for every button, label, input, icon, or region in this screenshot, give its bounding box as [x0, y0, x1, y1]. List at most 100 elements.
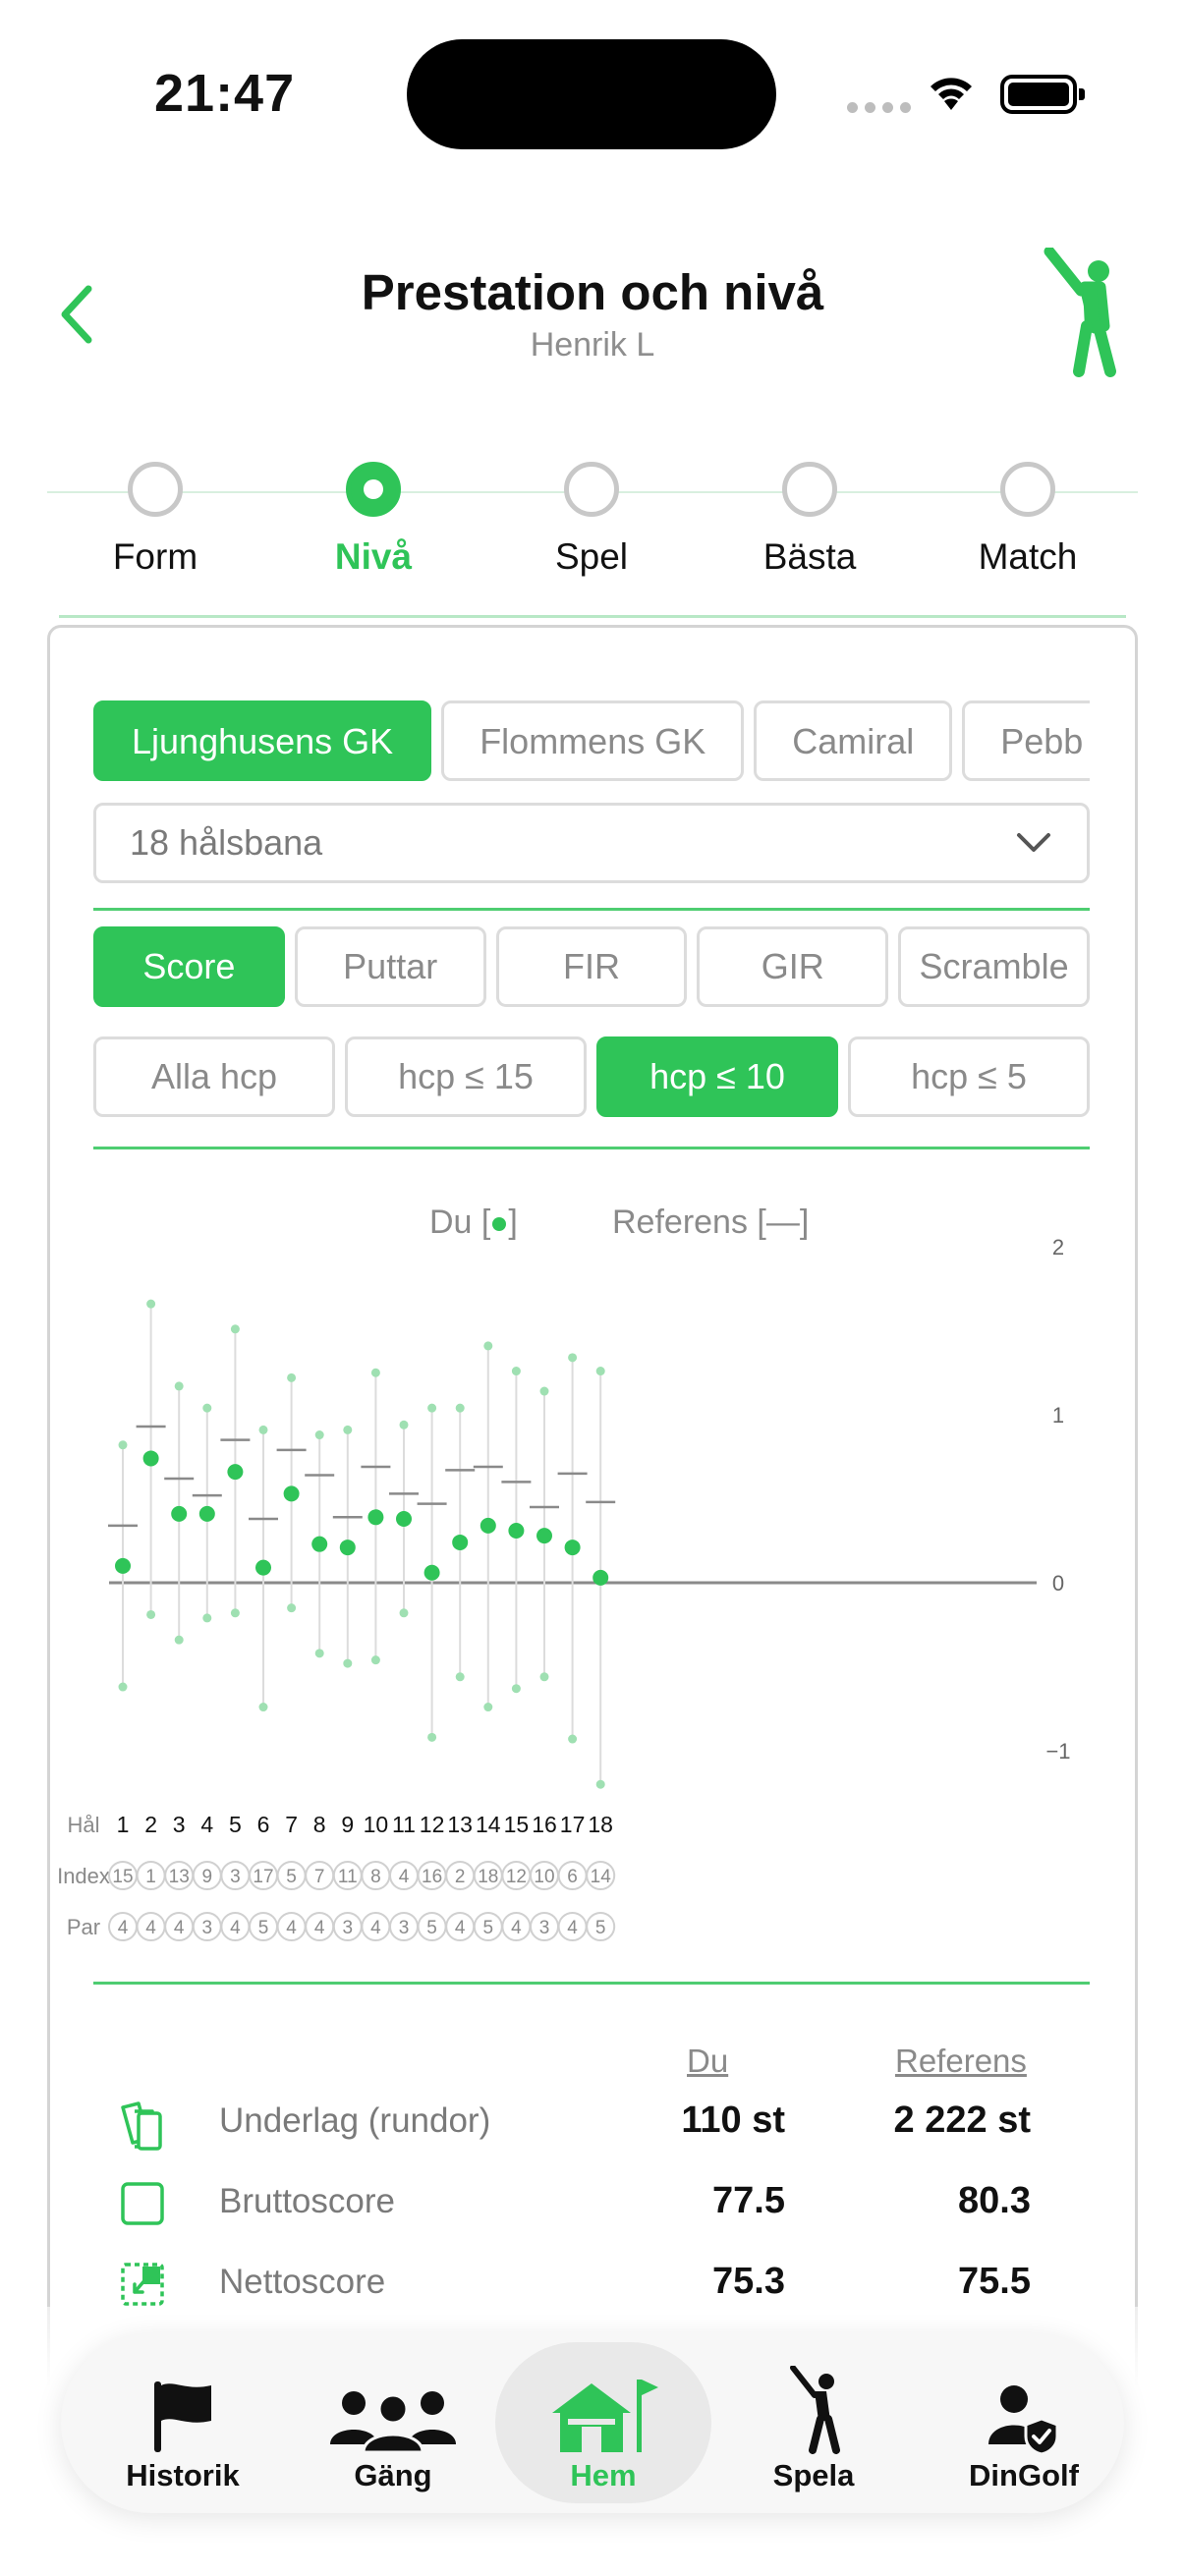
hole-par: 4: [314, 1918, 325, 1938]
stat-row-brutto: Bruttoscore 77.5 80.3: [93, 2174, 1090, 2233]
hcp-selector: Alla hcp hcp ≤ 15 hcp ≤ 10 hcp ≤ 5: [93, 1036, 1090, 1117]
tab-gang[interactable]: Gäng: [285, 2342, 501, 2503]
hole-index: 8: [370, 1867, 381, 1887]
home-icon: [552, 2380, 658, 2452]
club-pill[interactable]: Flommens GK: [441, 700, 745, 781]
step-niva[interactable]: Nivå: [275, 462, 472, 578]
step-match-label: Match: [978, 536, 1078, 577]
range-max-point: [258, 1425, 268, 1434]
hcp-all[interactable]: Alla hcp: [93, 1036, 335, 1117]
hole-number: 17: [560, 1812, 586, 1837]
hole-par: 3: [202, 1918, 213, 1938]
step-form-radio[interactable]: [128, 462, 183, 517]
stat-row-underlag: Underlag (rundor) 110 st 2 222 st: [93, 2094, 1090, 2153]
tab-historik-label: Historik: [126, 2458, 240, 2492]
y-tick-label: −1: [1045, 1739, 1070, 1764]
hole-par: 4: [230, 1918, 241, 1938]
step-form-label: Form: [112, 536, 198, 577]
you-point: [311, 1536, 328, 1552]
hcp-5[interactable]: hcp ≤ 5: [848, 1036, 1090, 1117]
range-max-point: [595, 1367, 605, 1376]
step-basta[interactable]: Bästa: [711, 462, 908, 578]
stats-col-ref: Referens: [895, 2043, 1027, 2079]
net-square-icon: [121, 2263, 164, 2306]
you-point: [508, 1522, 525, 1539]
step-niva-radio[interactable]: [346, 462, 401, 517]
y-tick-label: 0: [1052, 1571, 1064, 1596]
hole-par: 4: [286, 1918, 297, 1938]
square-icon: [121, 2182, 164, 2225]
range-max-point: [230, 1324, 240, 1334]
section-divider: [59, 615, 1126, 618]
hole-index: 9: [202, 1867, 213, 1887]
hole-number: 9: [341, 1812, 354, 1837]
range-min-point: [399, 1608, 409, 1618]
hole-index: 10: [534, 1867, 554, 1887]
you-point: [480, 1517, 496, 1534]
row-label-index: Index: [57, 1864, 110, 1888]
hole-par: 4: [455, 1918, 466, 1938]
club-pill[interactable]: Pebb: [962, 700, 1090, 781]
course-dropdown[interactable]: 18 hålsbana: [93, 803, 1090, 883]
hole-par: 4: [118, 1918, 129, 1938]
range-min-point: [370, 1655, 380, 1665]
stat-ref: 2 222 st: [893, 2100, 1031, 2141]
tab-historik[interactable]: Historik: [75, 2342, 291, 2503]
metric-score[interactable]: Score: [93, 926, 285, 1007]
you-point: [452, 1534, 469, 1550]
hole-index: 16: [422, 1867, 442, 1887]
step-basta-radio[interactable]: [782, 462, 837, 517]
score-chart: 210−1HålIndexPar115421431344935346175754…: [57, 1237, 1071, 1941]
signal-icon: [847, 102, 911, 113]
you-point: [283, 1485, 300, 1502]
metric-puttar[interactable]: Puttar: [294, 926, 486, 1007]
metric-fir[interactable]: FIR: [495, 926, 688, 1007]
tab-hem[interactable]: Hem: [495, 2342, 711, 2503]
hole-par: 4: [370, 1918, 381, 1938]
you-point: [564, 1540, 581, 1556]
hole-number: 3: [173, 1812, 186, 1837]
range-min-point: [202, 1613, 212, 1623]
stat-you: 77.5: [712, 2180, 785, 2221]
you-point: [423, 1564, 440, 1581]
hole-par: 5: [483, 1918, 494, 1938]
row-label-hole: Hål: [67, 1813, 99, 1837]
club-pill[interactable]: Ljunghusens GK: [93, 700, 432, 781]
hole-index: 7: [314, 1867, 325, 1887]
hcp-15[interactable]: hcp ≤ 15: [345, 1036, 587, 1117]
stat-name: Bruttoscore: [219, 2182, 395, 2220]
step-match-radio[interactable]: [1000, 462, 1055, 517]
step-match[interactable]: Match: [930, 462, 1126, 578]
range-max-point: [568, 1353, 578, 1363]
tab-spela[interactable]: Spela: [705, 2342, 922, 2503]
tab-gang-label: Gäng: [354, 2458, 432, 2492]
hcp-10[interactable]: hcp ≤ 10: [596, 1036, 838, 1117]
range-max-point: [314, 1430, 324, 1440]
range-min-point: [343, 1658, 353, 1668]
hole-par: 5: [426, 1918, 437, 1938]
step-form[interactable]: Form: [57, 462, 254, 578]
flag-icon: [154, 2381, 211, 2452]
hole-index: 6: [567, 1867, 578, 1887]
metric-scramble[interactable]: Scramble: [898, 926, 1090, 1007]
range-max-point: [427, 1403, 437, 1413]
you-point: [227, 1464, 244, 1481]
golfer-icon[interactable]: [1040, 248, 1118, 377]
metric-selector: Score Puttar FIR GIR Scramble: [93, 926, 1090, 1007]
step-spel[interactable]: Spel: [493, 462, 690, 578]
hole-number: 15: [504, 1812, 530, 1837]
hole-number: 8: [313, 1812, 326, 1837]
step-spel-radio[interactable]: [564, 462, 619, 517]
hole-number: 10: [364, 1812, 389, 1837]
club-pill[interactable]: Camiral: [754, 700, 953, 781]
hole-number: 7: [285, 1812, 298, 1837]
range-min-point: [258, 1703, 268, 1712]
tab-spela-label: Spela: [772, 2458, 855, 2492]
stat-name: Underlag (rundor): [219, 2101, 491, 2140]
range-min-point: [314, 1649, 324, 1658]
tab-dingolf[interactable]: DinGolf: [916, 2342, 1132, 2503]
y-tick-label: 2: [1052, 1237, 1064, 1260]
you-point: [396, 1511, 412, 1528]
metric-gir[interactable]: GIR: [697, 926, 889, 1007]
hole-number: 18: [588, 1812, 613, 1837]
